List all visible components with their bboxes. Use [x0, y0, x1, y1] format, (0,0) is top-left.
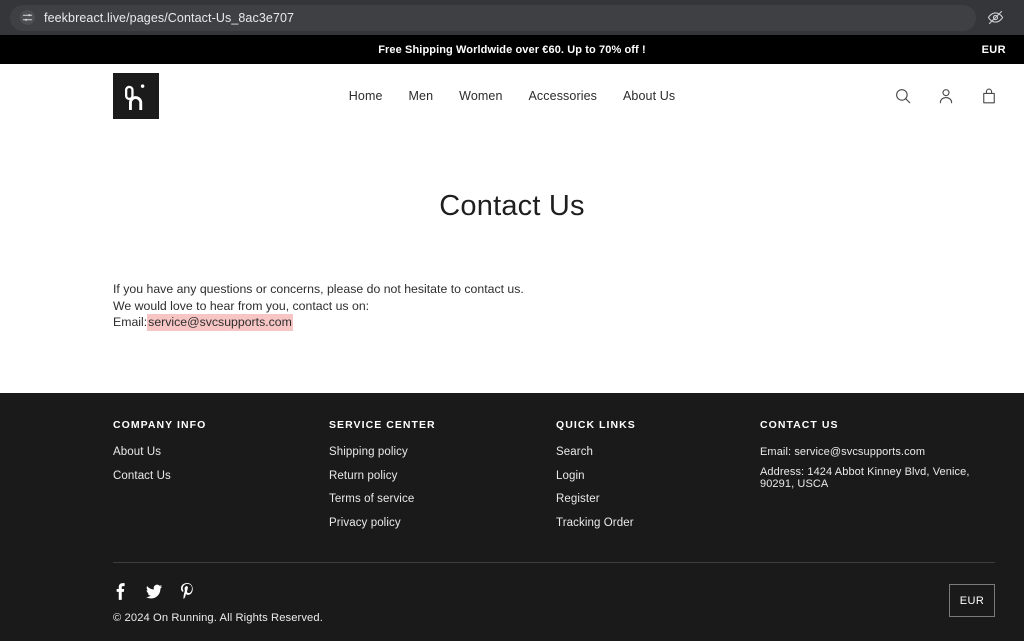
footer-link-about-us[interactable]: About Us [113, 446, 329, 458]
footer-column-service-center: SERVICE CENTER Shipping policy Return po… [329, 419, 556, 540]
footer-link-terms-of-service[interactable]: Terms of service [329, 493, 556, 505]
search-icon[interactable] [892, 85, 914, 107]
contact-line-2: We would love to hear from you, contact … [113, 298, 370, 313]
footer-heading-contact-us: CONTACT US [760, 419, 839, 431]
contact-email-link[interactable]: service@svcsupports.com [147, 314, 293, 331]
footer-link-search[interactable]: Search [556, 446, 760, 458]
footer-columns: COMPANY INFO About Us Contact Us SERVICE… [113, 419, 995, 540]
contact-email-label: Email: [113, 315, 148, 329]
footer-column-contact-us: CONTACT US Email: service@svcsupports.co… [760, 419, 995, 540]
browser-chrome: feekbreact.live/pages/Contact-Us_8ac3e70… [0, 0, 1024, 35]
nav-link-about-us[interactable]: About Us [623, 89, 675, 103]
footer-heading-company-info: COMPANY INFO [113, 419, 207, 431]
announcement-text: Free Shipping Worldwide over €60. Up to … [378, 43, 646, 56]
contact-line-1: If you have any questions or concerns, p… [113, 282, 524, 296]
header-actions [892, 85, 1000, 107]
main-content: Contact Us If you have any questions or … [0, 128, 1024, 393]
contact-description: If you have any questions or concerns, p… [0, 223, 1024, 331]
footer-link-privacy-policy[interactable]: Privacy policy [329, 517, 556, 529]
address-bar[interactable]: feekbreact.live/pages/Contact-Us_8ac3e70… [10, 4, 976, 31]
footer-contact-address: Address: 1424 Abbot Kinney Blvd, Venice,… [760, 466, 970, 490]
footer-column-company-info: COMPANY INFO About Us Contact Us [113, 419, 329, 540]
facebook-icon[interactable] [113, 583, 129, 600]
twitter-icon[interactable] [146, 583, 162, 600]
cart-icon[interactable] [978, 85, 1000, 107]
page-title: Contact Us [439, 190, 585, 222]
footer-currency-selector[interactable]: EUR [949, 584, 995, 617]
site-footer: COMPANY INFO About Us Contact Us SERVICE… [0, 393, 1024, 641]
announcement-bar: Free Shipping Worldwide over €60. Up to … [0, 35, 1024, 64]
nav-link-home[interactable]: Home [349, 89, 383, 103]
footer-column-quick-links: QUICK LINKS Search Login Register Tracki… [556, 419, 760, 540]
nav-link-accessories[interactable]: Accessories [529, 89, 597, 103]
announcement-currency-selector[interactable]: EUR [982, 44, 1006, 56]
footer-link-return-policy[interactable]: Return policy [329, 470, 556, 482]
footer-bottom-bar: © 2024 On Running. All Rights Reserved. … [113, 563, 995, 641]
footer-contact-email: Email: service@svcsupports.com [760, 446, 926, 458]
nav-link-women[interactable]: Women [459, 89, 502, 103]
tune-sliders-icon[interactable] [20, 10, 35, 25]
copyright-text: © 2024 On Running. All Rights Reserved. [113, 612, 323, 624]
site-header: Home Men Women Accessories About Us [0, 64, 1024, 128]
footer-heading-service-center: SERVICE CENTER [329, 419, 436, 431]
social-links [113, 583, 323, 600]
pinterest-icon[interactable] [179, 583, 195, 600]
footer-link-register[interactable]: Register [556, 493, 760, 505]
address-bar-url: feekbreact.live/pages/Contact-Us_8ac3e70… [44, 10, 295, 25]
footer-heading-quick-links: QUICK LINKS [556, 419, 636, 431]
eye-hidden-icon[interactable] [976, 9, 1014, 26]
footer-bottom-left: © 2024 On Running. All Rights Reserved. [113, 583, 323, 624]
footer-link-tracking-order[interactable]: Tracking Order [556, 517, 760, 529]
nav-link-men[interactable]: Men [409, 89, 434, 103]
footer-link-shipping-policy[interactable]: Shipping policy [329, 446, 556, 458]
footer-link-login[interactable]: Login [556, 470, 760, 482]
on-running-logo[interactable] [113, 73, 159, 119]
footer-link-contact-us[interactable]: Contact Us [113, 470, 329, 482]
account-icon[interactable] [935, 85, 957, 107]
contact-email-line: Email:service@svcsupports.com [113, 314, 1024, 331]
